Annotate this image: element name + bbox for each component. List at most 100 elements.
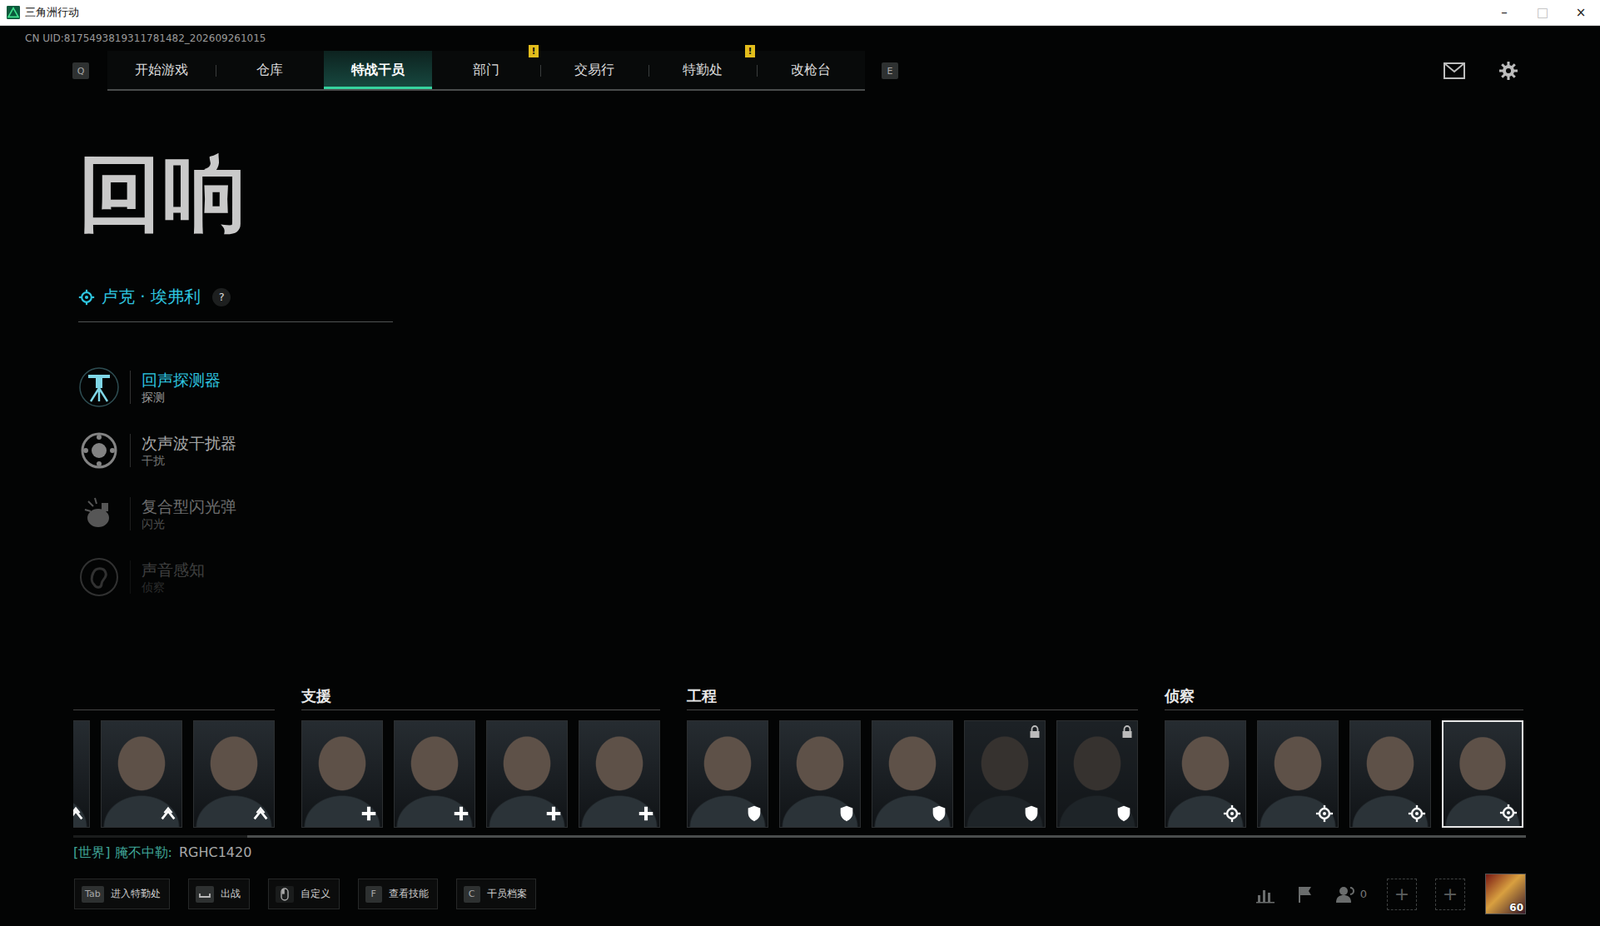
nav-tab[interactable]: 交易行 xyxy=(540,50,649,90)
player-level: 60 xyxy=(1509,901,1524,914)
key-hint-button[interactable]: F查看技能 xyxy=(357,878,438,910)
nav-tab[interactable]: 开始游戏 xyxy=(107,50,216,90)
operator-card[interactable] xyxy=(963,720,1046,828)
operator-portrait xyxy=(1257,720,1338,827)
operator-cards xyxy=(686,720,1138,828)
social-bar: 0++60 xyxy=(1255,873,1526,915)
operator-cards xyxy=(73,720,275,828)
assault-class-icon xyxy=(251,804,270,823)
friend-count: 0 xyxy=(1360,887,1367,900)
stats-chart-icon[interactable] xyxy=(1255,884,1276,905)
hint-label: 进入特勤处 xyxy=(110,886,161,901)
friends-button[interactable]: 0 xyxy=(1335,884,1367,905)
operator-info: 回响卢克 · 埃弗利?回声探测器探测次声波干扰器干扰复合型闪光弹闪光声音感知侦察 xyxy=(0,152,1600,609)
nav-tab[interactable]: 特勤处! xyxy=(648,50,757,90)
engineer-class-icon xyxy=(745,804,764,823)
alert-badge: ! xyxy=(745,44,756,58)
group-header xyxy=(73,685,275,711)
operator-portrait xyxy=(1165,720,1246,827)
skill-item[interactable]: 回声探测器探测 xyxy=(78,355,1600,419)
recon-class-icon xyxy=(1222,804,1242,823)
operator-card[interactable] xyxy=(1441,720,1524,828)
skill-text: 声音感知侦察 xyxy=(141,559,205,596)
tab-strip: 开始游戏仓库 特战干员 部门! 交易行 特勤处!改枪台 xyxy=(107,50,865,91)
player-avatar[interactable]: 60 xyxy=(1485,873,1526,915)
key-hint-button[interactable]: Tab进入特勤处 xyxy=(74,878,170,910)
operator-card[interactable] xyxy=(1257,720,1339,828)
flag-icon[interactable] xyxy=(1295,884,1316,905)
alert-badge: ! xyxy=(528,44,539,58)
operator-card[interactable] xyxy=(779,720,861,828)
scrollbar-thumb[interactable] xyxy=(247,834,1526,838)
operator-name-row: 卢克 · 埃弗利? xyxy=(78,285,393,323)
operator-card[interactable] xyxy=(100,720,183,828)
party-slot-button[interactable]: + xyxy=(1435,878,1466,910)
group-header: 侦察 xyxy=(1164,685,1524,711)
skill-divider xyxy=(129,496,131,531)
key-hints: Tab进入特勤处出战 自定义 F查看技能 C干员档案 xyxy=(74,878,537,910)
prev-tab-key[interactable]: Q xyxy=(72,62,90,80)
operator-card[interactable] xyxy=(1349,720,1432,828)
key-hint-button[interactable]: 自定义 xyxy=(268,878,340,910)
roster-groups: 支援 工程 侦察 xyxy=(73,685,1526,828)
support-class-icon xyxy=(636,804,656,823)
chat-sender: [世界] 腌不中勒: xyxy=(73,844,173,862)
window-control-button[interactable]: – xyxy=(1485,0,1524,25)
window-title: 三角洲行动 xyxy=(24,4,80,20)
detector-skill-icon xyxy=(78,366,120,408)
operator-card[interactable] xyxy=(871,720,954,828)
gear-icon[interactable] xyxy=(1498,60,1519,81)
skill-item[interactable]: 复合型闪光弹闪光 xyxy=(78,481,1600,546)
operator-group: 工程 xyxy=(686,685,1138,828)
hint-label: 自定义 xyxy=(300,886,331,901)
assault-class-icon xyxy=(159,804,178,823)
key-hint-button[interactable]: C干员档案 xyxy=(456,878,537,910)
skill-name: 声音感知 xyxy=(141,559,205,581)
nav-tab[interactable]: 特战干员 xyxy=(323,50,433,90)
party-slot-button[interactable]: + xyxy=(1386,878,1417,910)
skill-text: 复合型闪光弹闪光 xyxy=(141,496,237,532)
skill-item[interactable]: 次声波干扰器干扰 xyxy=(78,418,1600,482)
roster-scrollbar[interactable] xyxy=(73,834,1526,838)
operator-group: 侦察 xyxy=(1164,685,1524,828)
tab-label: 部门 xyxy=(472,61,500,80)
group-header: 工程 xyxy=(686,685,1138,711)
operator-card[interactable] xyxy=(1056,720,1138,828)
tab-label: 交易行 xyxy=(574,61,615,80)
group-label: 支援 xyxy=(301,685,332,706)
nav-tab[interactable]: 部门! xyxy=(432,50,541,90)
friend-icon xyxy=(1335,884,1356,905)
operator-portrait xyxy=(1350,720,1431,827)
operator-card[interactable] xyxy=(73,720,90,828)
skill-divider xyxy=(129,433,131,468)
nav-tab[interactable]: 改枪台 xyxy=(756,50,865,90)
nav-tab[interactable]: 仓库 xyxy=(215,50,324,90)
mail-icon[interactable] xyxy=(1443,62,1466,80)
operator-card[interactable] xyxy=(193,720,275,828)
tab-label: 特勤处 xyxy=(682,61,723,80)
support-class-icon xyxy=(452,804,471,823)
operator-card[interactable] xyxy=(301,720,383,828)
tab-label: 特战干员 xyxy=(351,61,405,80)
window-control-button[interactable]: × xyxy=(1561,0,1600,25)
hint-label: 干员档案 xyxy=(486,886,527,901)
group-label: 工程 xyxy=(686,685,717,706)
operator-card[interactable] xyxy=(486,720,568,828)
recon-class-icon xyxy=(78,288,95,306)
skill-item[interactable]: 声音感知侦察 xyxy=(78,545,1600,609)
operator-card[interactable] xyxy=(1164,720,1247,828)
next-tab-key[interactable]: E xyxy=(881,62,899,80)
window-control-button: □ xyxy=(1523,0,1562,25)
help-button[interactable]: ? xyxy=(212,288,231,307)
skill-name: 复合型闪光弹 xyxy=(141,496,237,517)
operator-card[interactable] xyxy=(578,720,661,828)
space-key-icon xyxy=(195,885,214,903)
engineer-class-icon xyxy=(929,804,949,823)
operator-card[interactable] xyxy=(686,720,769,828)
operator-card[interactable] xyxy=(393,720,476,828)
operator-group: 支援 xyxy=(301,685,661,828)
engineer-class-icon xyxy=(1114,804,1133,823)
party-slots: ++ xyxy=(1386,878,1466,910)
chat-line: [世界] 腌不中勒:RGHC1420 xyxy=(73,844,1600,862)
key-hint-button[interactable]: 出战 xyxy=(188,878,250,910)
